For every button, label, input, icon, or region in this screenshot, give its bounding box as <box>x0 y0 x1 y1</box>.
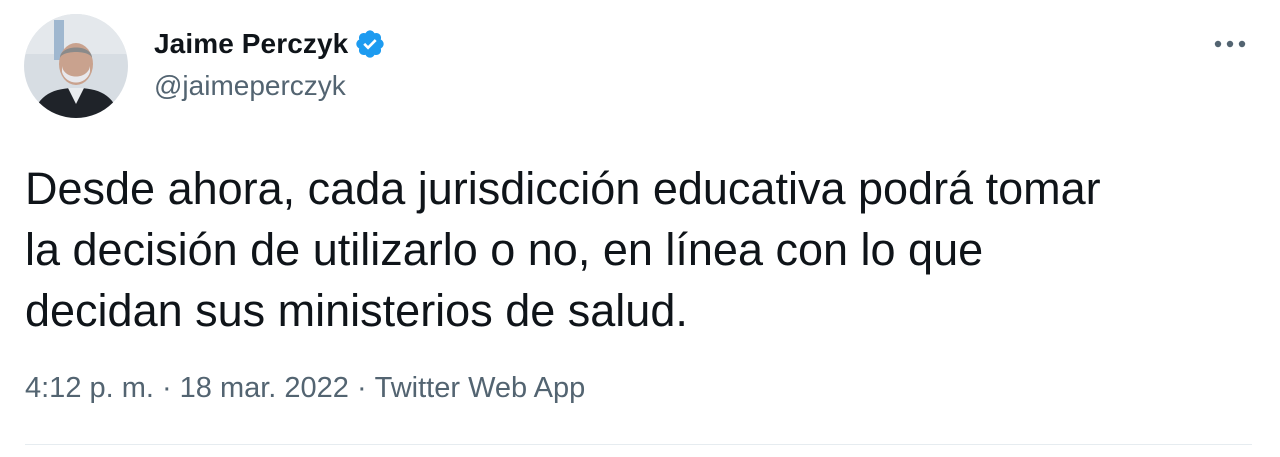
author-name-row: Jaime Perczyk <box>154 24 386 64</box>
tweet-meta: 4:12 p. m. · 18 mar. 2022 · Twitter Web … <box>25 372 585 405</box>
verified-badge-icon <box>354 28 386 60</box>
meta-separator: · <box>161 372 172 404</box>
tweet-card: Jaime Perczyk @jaimeperczyk Desde ahora,… <box>0 0 1280 457</box>
divider <box>25 444 1252 445</box>
author-handle[interactable]: @jaimeperczyk <box>154 70 346 102</box>
meta-separator: · <box>356 372 367 404</box>
more-options-button[interactable] <box>1206 26 1254 62</box>
author-display-name[interactable]: Jaime Perczyk <box>154 28 348 60</box>
tweet-text: Desde ahora, cada jurisdicción educativa… <box>25 163 1101 336</box>
tweet-time[interactable]: 4:12 p. m. <box>25 372 154 405</box>
author-avatar[interactable] <box>24 14 128 118</box>
more-options-icon <box>1214 40 1246 48</box>
tweet-date[interactable]: 18 mar. 2022 <box>180 372 349 405</box>
avatar-photo <box>24 14 128 118</box>
tweet-source-link[interactable]: Twitter Web App <box>375 372 586 405</box>
